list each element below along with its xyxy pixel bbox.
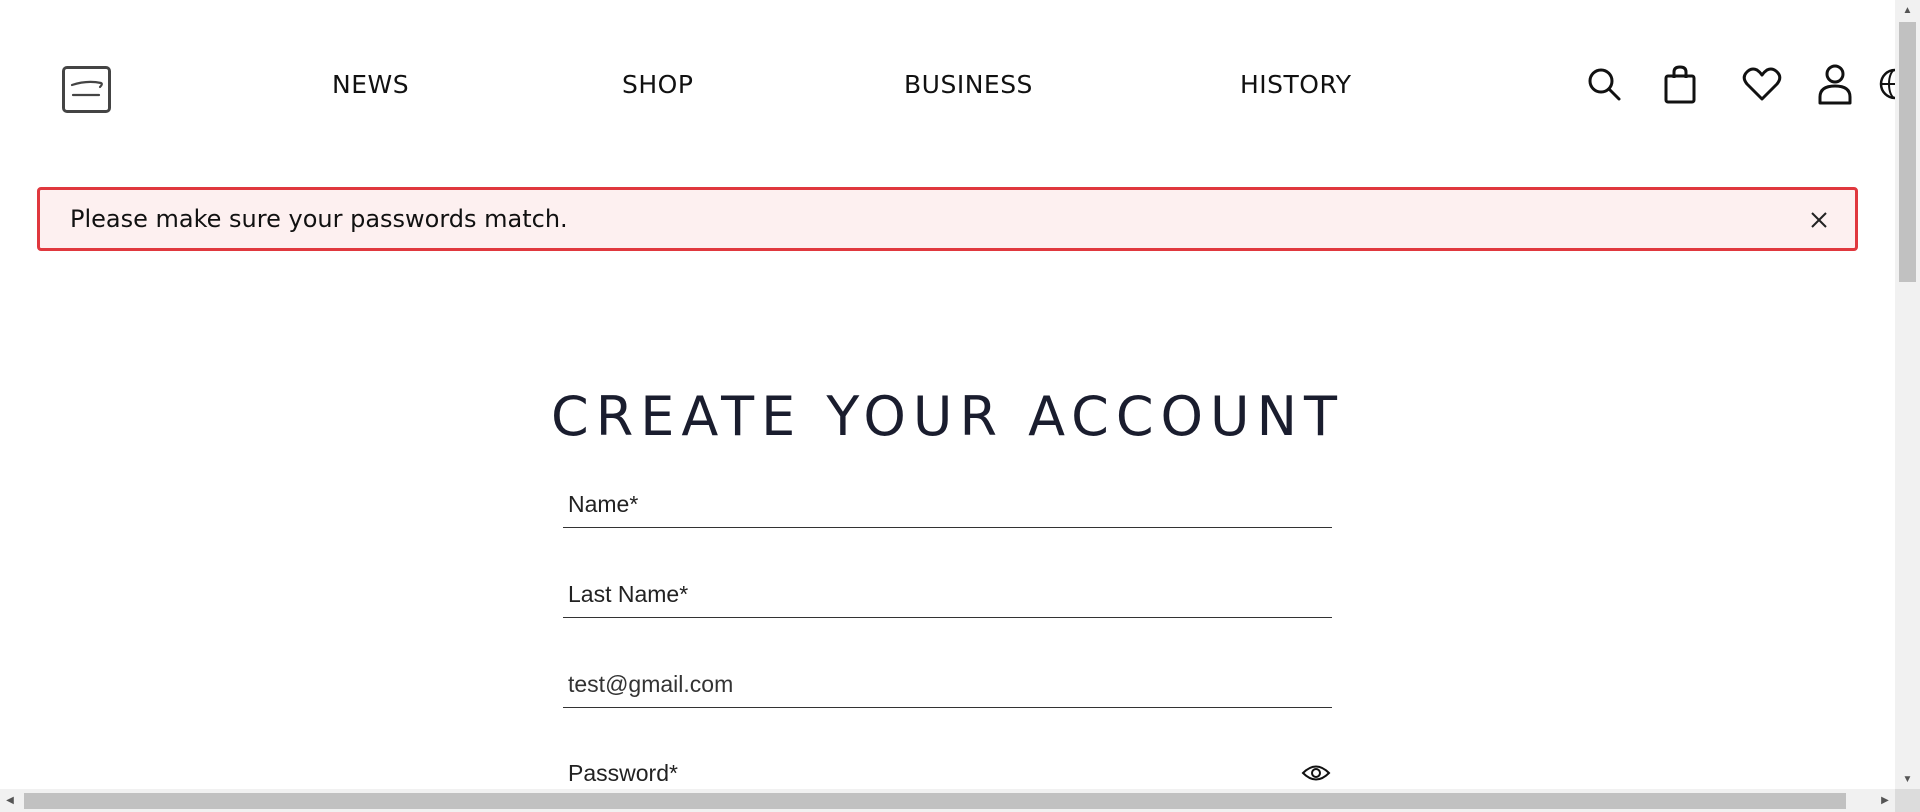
horizontal-scrollbar[interactable]: ◀ ▶ — [0, 789, 1895, 812]
name-field — [563, 484, 1332, 528]
last-name-field — [563, 574, 1332, 618]
page: NEWS SHOP BUSINESS HISTORY Please make s… — [0, 0, 1920, 812]
heart-icon[interactable] — [1740, 62, 1784, 106]
page-title: CREATE YOUR ACCOUNT — [551, 385, 1344, 448]
horizontal-scroll-thumb[interactable] — [24, 793, 1846, 809]
globe-icon[interactable] — [1877, 62, 1895, 106]
nav-item-news[interactable]: NEWS — [332, 70, 409, 99]
eye-icon[interactable] — [1300, 757, 1332, 789]
error-alert: Please make sure your passwords match. — [37, 187, 1858, 251]
scroll-left-arrow-icon[interactable]: ◀ — [0, 789, 20, 812]
brand-logo-icon[interactable] — [62, 66, 111, 113]
vertical-scrollbar[interactable]: ▲ ▼ — [1895, 0, 1920, 789]
close-icon[interactable] — [1805, 206, 1833, 234]
name-input[interactable] — [568, 484, 1268, 524]
email-field — [563, 664, 1332, 708]
nav-item-business[interactable]: BUSINESS — [904, 70, 1033, 99]
search-icon[interactable] — [1582, 62, 1626, 106]
nav-item-history[interactable]: HISTORY — [1240, 70, 1352, 99]
scroll-down-arrow-icon[interactable]: ▼ — [1895, 769, 1920, 789]
scroll-up-arrow-icon[interactable]: ▲ — [1895, 0, 1920, 20]
email-input[interactable] — [568, 664, 1268, 704]
viewport: NEWS SHOP BUSINESS HISTORY Please make s… — [0, 0, 1895, 789]
nav-item-shop[interactable]: SHOP — [622, 70, 693, 99]
site-header: NEWS SHOP BUSINESS HISTORY — [0, 0, 1895, 175]
alert-message: Please make sure your passwords match. — [70, 205, 568, 233]
user-icon[interactable] — [1813, 62, 1857, 106]
shopping-bag-icon[interactable] — [1658, 62, 1702, 106]
password-field — [563, 753, 1332, 789]
vertical-scroll-thumb[interactable] — [1899, 22, 1916, 282]
scroll-right-arrow-icon[interactable]: ▶ — [1875, 789, 1895, 812]
last-name-input[interactable] — [568, 574, 1268, 614]
scrollbar-corner — [1895, 789, 1920, 812]
password-input[interactable] — [568, 753, 1268, 789]
